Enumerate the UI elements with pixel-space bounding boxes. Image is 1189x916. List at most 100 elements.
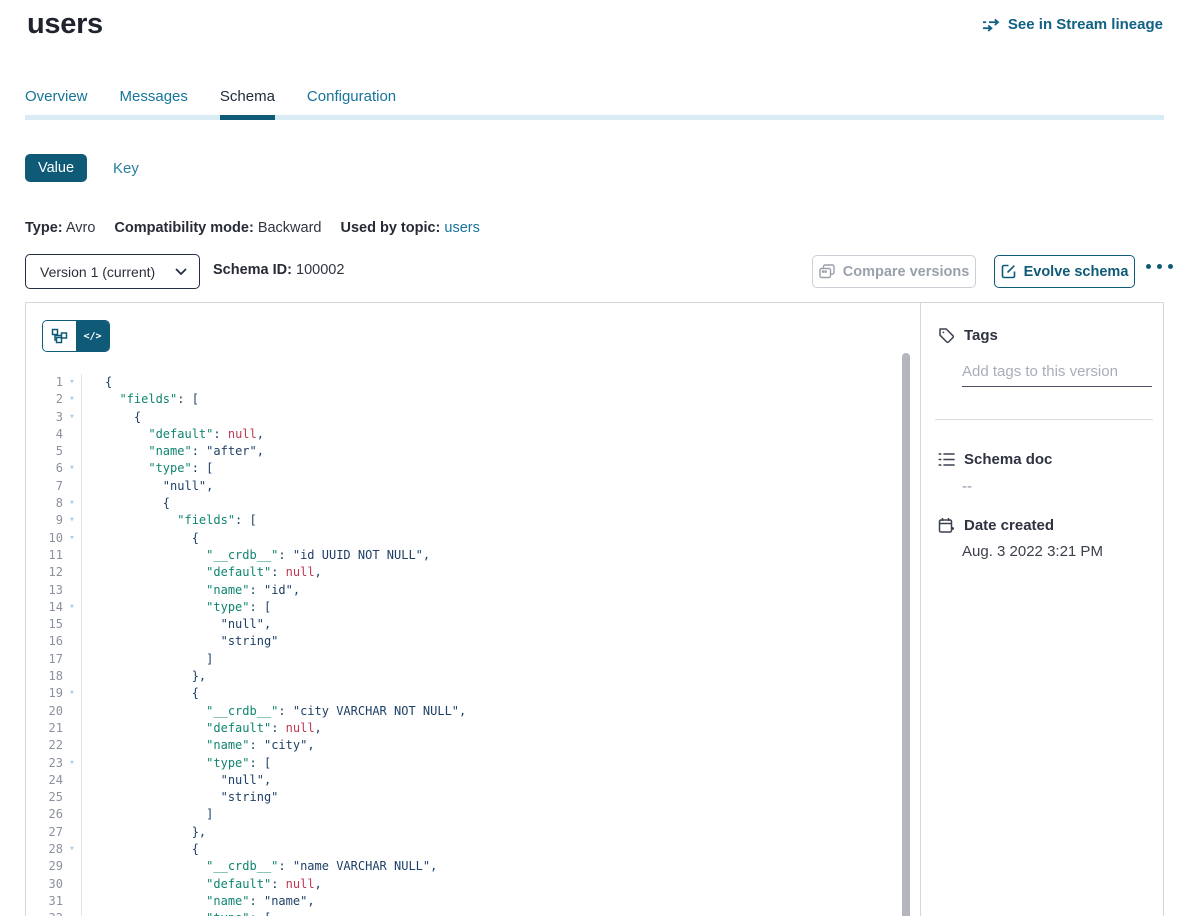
type-meta: Type: Avro (25, 220, 95, 236)
tab-messages[interactable]: Messages (120, 88, 188, 120)
line-number: 20 (26, 703, 63, 720)
line-number: 7 (26, 478, 63, 495)
code-text: { (82, 530, 199, 547)
code-line: 18 }, (26, 668, 920, 685)
fold-arrow-icon[interactable]: ▾ (63, 409, 82, 426)
schema-code-panel: </> 1▾{2▾ "fields": [3▾ {4 "default": nu… (26, 303, 921, 916)
code-text: "name": "id", (82, 582, 300, 599)
vertical-scrollbar[interactable] (902, 353, 910, 916)
line-number: 15 (26, 616, 63, 633)
code-text: "string" (82, 633, 278, 650)
fold-gutter (63, 547, 82, 564)
code-editor[interactable]: 1▾{2▾ "fields": [3▾ {4 "default": null,5… (26, 374, 920, 916)
evolve-schema-label: Evolve schema (1024, 264, 1129, 280)
key-tab-link[interactable]: Key (113, 160, 139, 177)
date-created-value: Aug. 3 2022 3:21 PM (962, 543, 1103, 560)
tab-schema[interactable]: Schema (220, 88, 275, 120)
line-number: 12 (26, 564, 63, 581)
schema-id-label: Schema ID: (213, 262, 292, 278)
fold-arrow-icon[interactable]: ▾ (63, 391, 82, 408)
fold-arrow-icon[interactable]: ▾ (63, 599, 82, 616)
line-number: 30 (26, 876, 63, 893)
tree-view-button[interactable] (43, 321, 76, 351)
code-line: 16 "string" (26, 633, 920, 650)
more-options-button[interactable] (1146, 264, 1173, 269)
code-view-button[interactable]: </> (76, 321, 109, 351)
code-line: 30 "default": null, (26, 876, 920, 893)
tags-section-header: Tags (938, 327, 998, 344)
fold-gutter (63, 806, 82, 823)
schema-doc-title: Schema doc (964, 451, 1052, 468)
fold-arrow-icon[interactable]: ▾ (63, 685, 82, 702)
sidebar-divider (935, 419, 1153, 420)
see-in-stream-lineage-link[interactable]: See in Stream lineage (982, 16, 1163, 33)
code-text: "type": [ (82, 599, 271, 616)
list-icon (938, 452, 955, 467)
version-select-value: Version 1 (current) (40, 264, 175, 280)
tab-overview[interactable]: Overview (25, 88, 88, 120)
line-number: 8 (26, 495, 63, 512)
fold-gutter (63, 651, 82, 668)
fold-arrow-icon[interactable]: ▾ (63, 495, 82, 512)
code-text: { (82, 409, 141, 426)
date-created-title: Date created (964, 517, 1054, 534)
line-number: 24 (26, 772, 63, 789)
code-line: 2▾ "fields": [ (26, 391, 920, 408)
line-number: 2 (26, 391, 63, 408)
code-text: "default": null, (82, 876, 322, 893)
topic-label: Used by topic: (340, 220, 440, 236)
line-number: 25 (26, 789, 63, 806)
fold-arrow-icon[interactable]: ▾ (63, 460, 82, 477)
code-text: "null", (82, 772, 271, 789)
line-number: 17 (26, 651, 63, 668)
line-number: 1 (26, 374, 63, 391)
code-line: 14▾ "type": [ (26, 599, 920, 616)
fold-arrow-icon[interactable]: ▾ (63, 841, 82, 858)
fold-gutter (63, 893, 82, 910)
line-number: 21 (26, 720, 63, 737)
fold-gutter (63, 858, 82, 875)
line-number: 9 (26, 512, 63, 529)
schema-id: Schema ID: 100002 (213, 262, 344, 278)
code-text: "type": [ (82, 755, 271, 772)
ellipsis-icon (1168, 264, 1173, 269)
code-line: 25 "string" (26, 789, 920, 806)
code-text: "null", (82, 616, 271, 633)
code-line: 32▾ "type": [ (26, 910, 920, 916)
code-line: 19▾ { (26, 685, 920, 702)
value-tab-button[interactable]: Value (25, 154, 87, 182)
ellipsis-icon (1157, 264, 1162, 269)
code-line: 28▾ { (26, 841, 920, 858)
fold-gutter (63, 720, 82, 737)
code-line: 23▾ "type": [ (26, 755, 920, 772)
fold-arrow-icon[interactable]: ▾ (63, 512, 82, 529)
line-number: 3 (26, 409, 63, 426)
fold-arrow-icon[interactable]: ▾ (63, 910, 82, 916)
evolve-schema-button[interactable]: Evolve schema (994, 255, 1135, 288)
code-line: 24 "null", (26, 772, 920, 789)
fold-gutter (63, 564, 82, 581)
code-text: { (82, 841, 199, 858)
fold-gutter (63, 633, 82, 650)
code-text: "name": "city", (82, 737, 315, 754)
compare-versions-button[interactable]: Compare versions (812, 255, 976, 288)
fold-arrow-icon[interactable]: ▾ (63, 530, 82, 547)
topic-meta: Used by topic: users (340, 220, 479, 236)
line-number: 13 (26, 582, 63, 599)
code-text: "__crdb__": "id UUID NOT NULL", (82, 547, 430, 564)
type-label: Type: (25, 220, 63, 236)
version-select[interactable]: Version 1 (current) (25, 254, 200, 289)
tags-title: Tags (964, 327, 998, 344)
tab-configuration[interactable]: Configuration (307, 88, 396, 120)
code-text: "type": [ (82, 460, 213, 477)
schema-meta-row: Type: Avro Compatibility mode: Backward … (25, 220, 480, 236)
topic-link[interactable]: users (444, 220, 479, 236)
tab-underline (25, 115, 1164, 120)
fold-arrow-icon[interactable]: ▾ (63, 755, 82, 772)
code-text: "default": null, (82, 720, 322, 737)
code-line: 20 "__crdb__": "city VARCHAR NOT NULL", (26, 703, 920, 720)
line-number: 22 (26, 737, 63, 754)
add-tags-input[interactable] (962, 361, 1152, 387)
code-text: { (82, 685, 199, 702)
fold-arrow-icon[interactable]: ▾ (63, 374, 82, 391)
